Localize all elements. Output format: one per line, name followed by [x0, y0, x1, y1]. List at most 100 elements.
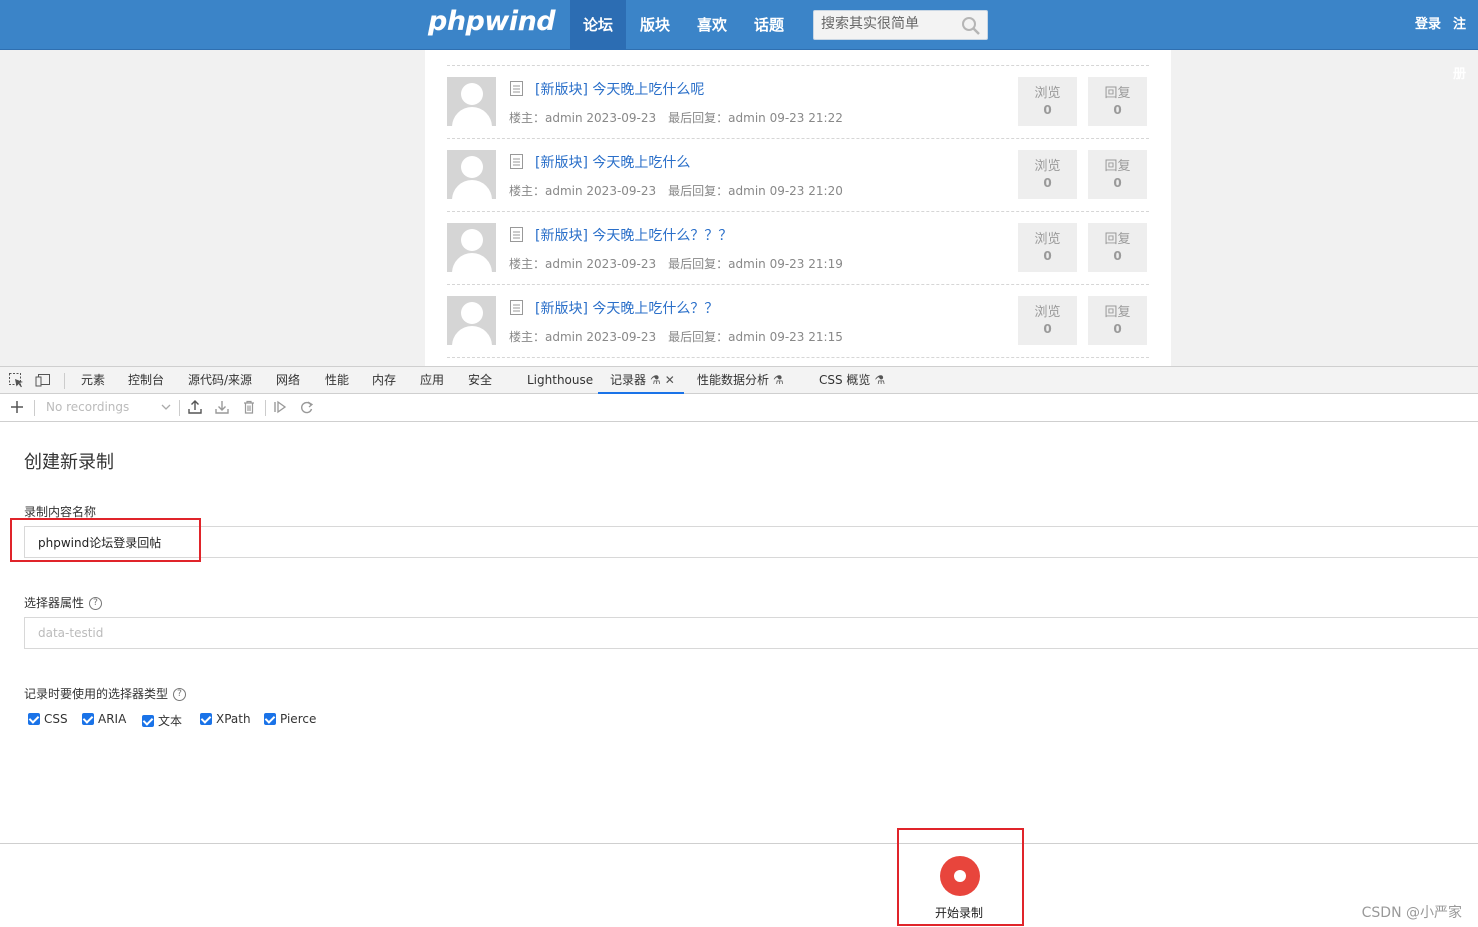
experiment-flask-icon: ⚗: [650, 373, 661, 387]
page-title: 创建新录制: [24, 452, 114, 473]
document-icon: [510, 154, 523, 169]
redo-icon[interactable]: [299, 399, 315, 415]
login-link[interactable]: 登录: [1415, 0, 1441, 50]
replies-count: 回复 0: [1088, 77, 1147, 126]
site-search-input[interactable]: [819, 15, 959, 33]
thread-last-reply: 最后回复：admin 09-23 21:19: [668, 257, 843, 271]
help-icon[interactable]: ?: [89, 597, 103, 610]
checkbox-label: CSS: [44, 712, 68, 726]
checkbox-text[interactable]: 文本: [142, 712, 182, 729]
recorder-toolbar: No recordings: [0, 394, 1478, 422]
selector-attribute-field[interactable]: [24, 617, 1478, 649]
search-icon[interactable]: [961, 16, 981, 36]
checkbox-css[interactable]: CSS: [28, 712, 68, 726]
thread-row: [新版块] 今天晚上吃什么？？ 楼主：admin 2023-09-23 最后回复：…: [447, 284, 1149, 357]
checkbox-label: ARIA: [98, 712, 127, 726]
views-count: 浏览 0: [1018, 150, 1077, 199]
watermark: CSDN @小严家: [1361, 905, 1462, 921]
thread-last-reply: 最后回复：admin 09-23 21:20: [668, 184, 843, 198]
checkbox-label: Pierce: [280, 712, 317, 726]
tab-performance-insights[interactable]: 性能数据分析 ⚗: [697, 367, 784, 394]
views-count: 浏览 0: [1018, 296, 1077, 345]
thread-last-reply: 最后回复：admin 09-23 21:15: [668, 330, 843, 344]
devtools-tabbar: 元素 控制台 源代码/来源 网络 性能 内存 应用 安全 Lighthouse …: [0, 366, 1478, 394]
checkbox-xpath[interactable]: XPath: [200, 712, 251, 726]
thread-title[interactable]: [新版块] 今天晚上吃什么？？: [535, 298, 718, 318]
tab-recorder[interactable]: 记录器 ⚗ ✕: [598, 367, 684, 394]
thread-row-divider: [447, 357, 1149, 366]
thread-meta: 楼主：admin 2023-09-23 最后回复：admin 09-23 21:1…: [509, 328, 855, 345]
experiment-flask-icon: ⚗: [874, 373, 886, 387]
tab-security[interactable]: 安全: [468, 367, 492, 394]
nav-sections[interactable]: 版块: [627, 0, 683, 50]
thread-row: [新版块] 今天晚上吃什么 楼主：admin 2023-09-23 最后回复：ad…: [447, 138, 1149, 211]
tab-console[interactable]: 控制台: [128, 367, 164, 394]
document-icon: [510, 300, 523, 315]
add-recording-icon[interactable]: [9, 399, 25, 415]
experiment-flask-icon: ⚗: [773, 373, 784, 387]
delete-recording-icon[interactable]: [241, 399, 257, 415]
divider: [34, 400, 35, 416]
chevron-down-icon[interactable]: [158, 399, 174, 415]
device-toolbar-icon[interactable]: [35, 372, 53, 388]
selector-attribute-input[interactable]: [36, 625, 636, 641]
tab-network[interactable]: 网络: [276, 367, 300, 394]
nav-forum[interactable]: 论坛: [570, 0, 627, 50]
checkbox-checked-icon[interactable]: [264, 713, 276, 725]
checkbox-checked-icon[interactable]: [28, 713, 40, 725]
thread-list: [新版块] 今天晚上吃什么呢 楼主：admin 2023-09-23 最后回复：a…: [425, 50, 1171, 366]
site-search[interactable]: [813, 10, 988, 40]
avatar[interactable]: [447, 150, 496, 199]
tab-performance[interactable]: 性能: [325, 367, 349, 394]
thread-meta: 楼主：admin 2023-09-23 最后回复：admin 09-23 21:2…: [509, 109, 855, 126]
thread-meta: 楼主：admin 2023-09-23 最后回复：admin 09-23 21:1…: [509, 255, 855, 272]
checkbox-pierce[interactable]: Pierce: [264, 712, 316, 726]
inspect-element-icon[interactable]: [8, 372, 26, 388]
avatar[interactable]: [447, 296, 496, 345]
highlight-box: [897, 828, 1024, 926]
tab-css-overview[interactable]: CSS 概览 ⚗: [819, 367, 885, 394]
thread-owner: 楼主：admin 2023-09-23: [509, 111, 657, 125]
document-icon: [510, 227, 523, 242]
replay-icon[interactable]: [272, 399, 288, 415]
thread-meta: 楼主：admin 2023-09-23 最后回复：admin 09-23 21:2…: [509, 182, 855, 199]
register-link[interactable]: 注册: [1453, 0, 1478, 82]
import-recording-icon[interactable]: [187, 399, 203, 415]
devtools-panel: 元素 控制台 源代码/来源 网络 性能 内存 应用 安全 Lighthouse …: [0, 366, 1478, 927]
thread-row: [新版块] 今天晚上吃什么呢 楼主：admin 2023-09-23 最后回复：a…: [447, 65, 1149, 138]
thread-title[interactable]: [新版块] 今天晚上吃什么？？？: [535, 225, 732, 245]
divider: [0, 843, 1478, 844]
recording-name-field[interactable]: [24, 526, 1478, 558]
thread-owner: 楼主：admin 2023-09-23: [509, 184, 657, 198]
highlight-box: [10, 518, 201, 562]
replies-count: 回复 0: [1088, 296, 1147, 345]
help-icon[interactable]: ?: [173, 688, 187, 701]
tab-recorder-label: 记录器: [610, 373, 647, 387]
tab-lighthouse[interactable]: Lighthouse: [527, 367, 593, 394]
nav-topics[interactable]: 话题: [741, 0, 797, 50]
thread-last-reply: 最后回复：admin 09-23 21:22: [668, 111, 843, 125]
nav-likes[interactable]: 喜欢: [684, 0, 740, 50]
views-count: 浏览 0: [1018, 77, 1077, 126]
checkbox-checked-icon[interactable]: [82, 713, 94, 725]
thread-title[interactable]: [新版块] 今天晚上吃什么: [535, 152, 690, 172]
tab-performance-insights-label: 性能数据分析: [697, 373, 770, 387]
avatar[interactable]: [447, 223, 496, 272]
close-tab-icon[interactable]: ✕: [665, 373, 675, 387]
selector-types-label: 记录时要使用的选择器类型?: [24, 685, 187, 702]
tab-elements[interactable]: 元素: [81, 367, 105, 394]
tab-css-overview-label: CSS 概览: [819, 373, 871, 387]
avatar[interactable]: [447, 77, 496, 126]
selector-attribute-label: 选择器属性?: [24, 594, 103, 611]
export-recording-icon[interactable]: [214, 399, 230, 415]
recordings-select[interactable]: No recordings: [46, 400, 129, 414]
tab-memory[interactable]: 内存: [372, 367, 396, 394]
thread-title[interactable]: [新版块] 今天晚上吃什么呢: [535, 79, 704, 99]
checkbox-checked-icon[interactable]: [200, 713, 212, 725]
site-logo[interactable]: phpwind: [428, 6, 556, 37]
tab-sources[interactable]: 源代码/来源: [188, 367, 252, 394]
tab-application[interactable]: 应用: [420, 367, 444, 394]
checkbox-aria[interactable]: ARIA: [82, 712, 126, 726]
checkbox-checked-icon[interactable]: [142, 715, 154, 727]
thread-owner: 楼主：admin 2023-09-23: [509, 257, 657, 271]
